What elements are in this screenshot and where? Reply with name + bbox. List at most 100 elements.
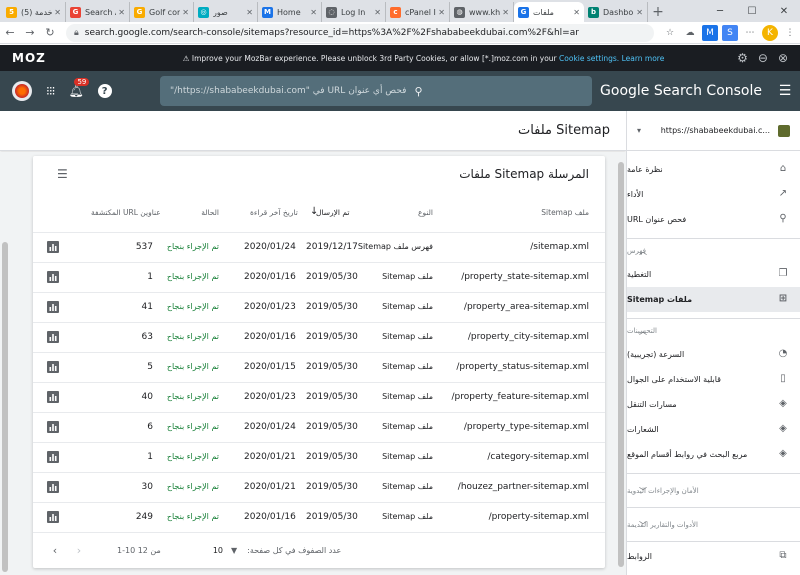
sidebar-section-security[interactable]: ﹀ الأمان والإجراءات اليدوية: [627, 473, 800, 507]
sidebar-item-links[interactable]: ⧉ الروابط: [627, 541, 800, 571]
apps-grid-icon[interactable]: ⁝⁝⁝: [46, 84, 56, 98]
sidebar-item-mobile-usability[interactable]: ▯ قابلية الاستخدام على الجوال: [627, 367, 800, 392]
browser-tab[interactable]: b Dashbo ✕: [584, 2, 648, 22]
hamburger-menu-icon[interactable]: ☰: [770, 83, 800, 99]
rows-per-page-select[interactable]: 10: [213, 546, 223, 555]
left-scrollbar[interactable]: [0, 152, 10, 575]
close-icon[interactable]: ✕: [246, 8, 253, 17]
bar-chart-icon[interactable]: [47, 271, 59, 283]
table-row[interactable]: /property_status-sitemap.xml ملف Sitemap…: [33, 352, 605, 382]
browser-tab[interactable]: ◌ Log In ✕: [322, 2, 386, 22]
close-icon[interactable]: ✕: [438, 8, 445, 17]
sidebar-item-coverage[interactable]: ❐ التغطية: [627, 262, 800, 287]
back-arrow-icon[interactable]: ←: [0, 23, 20, 43]
table-row[interactable]: /property-sitemap.xml ملف Sitemap 2019/0…: [33, 502, 605, 532]
sidebar-item-overview[interactable]: ⌂ نظرة عامة: [627, 157, 800, 182]
table-row[interactable]: /sitemap.xml فهرس ملف Sitemap 2019/12/17…: [33, 232, 605, 262]
column-last-read[interactable]: تاريخ آخر قراءة: [250, 208, 298, 217]
property-selector[interactable]: ▾ https://shababeekdubai.c...: [627, 111, 800, 151]
close-icon[interactable]: ✕: [54, 8, 61, 17]
bar-chart-icon[interactable]: [47, 241, 59, 253]
bar-chart-icon[interactable]: [47, 391, 59, 403]
close-icon[interactable]: ✕: [310, 8, 317, 17]
sidebar-item-speed[interactable]: ◔ السرعة (تجريبية): [627, 342, 800, 367]
column-status[interactable]: الحالة: [169, 208, 219, 217]
reload-icon[interactable]: ↻: [40, 23, 60, 43]
filter-icon[interactable]: ☰: [57, 167, 68, 181]
navigation-sidebar: ▾ https://shababeekdubai.c... ⌂ نظرة عامة…: [626, 111, 800, 575]
close-icon[interactable]: ✕: [374, 8, 381, 17]
bar-chart-icon[interactable]: [47, 481, 59, 493]
scrollbar-thumb[interactable]: [2, 242, 8, 572]
table-row[interactable]: /houzez_partner-sitemap.xml ملف Sitemap …: [33, 472, 605, 502]
extension-s-icon[interactable]: S: [722, 24, 738, 41]
browser-tab[interactable]: c cPanel I ✕: [386, 2, 450, 22]
cookie-settings-link[interactable]: Cookie settings.: [559, 54, 619, 63]
extension-m-icon[interactable]: M: [702, 24, 718, 41]
bar-chart-icon[interactable]: [47, 511, 59, 523]
sidebar-section-index[interactable]: ︿ فهرس: [627, 238, 800, 262]
chevron-down-icon[interactable]: ▼: [231, 546, 237, 555]
minimize-icon[interactable]: ─: [704, 0, 736, 22]
sidebar-section-enhancements[interactable]: ︿ التحسينات: [627, 318, 800, 342]
browser-tab[interactable]: ◍ www.kh ✕: [450, 2, 514, 22]
bar-chart-icon[interactable]: [47, 361, 59, 373]
close-icon[interactable]: ✕: [182, 8, 189, 17]
account-avatar[interactable]: [12, 81, 32, 101]
maximize-icon[interactable]: ☐: [736, 0, 768, 22]
sidebar-section-legacy[interactable]: ﹀ الأدوات والتقارير القديمة: [627, 507, 800, 541]
close-window-icon[interactable]: ✕: [768, 0, 800, 22]
column-sitemap[interactable]: ملف Sitemap: [541, 208, 589, 217]
bar-chart-icon[interactable]: [47, 301, 59, 313]
extension-cloud-icon[interactable]: ☁: [682, 25, 698, 41]
sidebar-item-performance[interactable]: ↗ الأداء: [627, 182, 800, 207]
sidebar-item-sitemaps[interactable]: ⊞ ملفات Sitemap: [627, 287, 800, 312]
browser-tab[interactable]: 5 (5) خدمة ✕: [2, 2, 66, 22]
table-row[interactable]: /property_feature-sitemap.xml ملف Sitema…: [33, 382, 605, 412]
browser-tab[interactable]: ◎ صور ✕: [194, 2, 258, 22]
scrollbar-thumb[interactable]: [618, 162, 624, 567]
column-submitted[interactable]: تم الإرسال: [316, 208, 349, 217]
new-tab-plus-icon[interactable]: +: [648, 2, 668, 22]
browser-tab[interactable]: M Home ✕: [258, 2, 322, 22]
close-icon[interactable]: ✕: [636, 8, 643, 17]
extension-dots-icon[interactable]: ⋯: [742, 25, 758, 41]
settings-gear-icon[interactable]: ⚙: [737, 51, 748, 65]
sidebar-item-logos[interactable]: ◈ الشعارات: [627, 417, 800, 442]
close-icon[interactable]: ✕: [573, 8, 580, 17]
column-discovered-urls[interactable]: عناوين URL المكتشفة: [91, 208, 161, 217]
table-row[interactable]: /property_city-sitemap.xml ملف Sitemap 2…: [33, 322, 605, 352]
close-icon[interactable]: ✕: [502, 8, 509, 17]
browser-tab[interactable]: G Search A✕: [66, 2, 130, 22]
chevron-left-icon[interactable]: ‹: [43, 544, 67, 557]
browser-menu-icon[interactable]: ⋮: [782, 25, 798, 41]
sort-arrow-down-icon[interactable]: ↓: [310, 206, 318, 217]
url-field[interactable]: 🔒︎ search.google.com/search-console/site…: [66, 23, 654, 42]
url-inspect-search-input[interactable]: ⚲ فحص أي عنوان URL في "https://shababeek…: [160, 76, 592, 106]
table-row[interactable]: /property_type-sitemap.xml ملف Sitemap 2…: [33, 412, 605, 442]
close-icon[interactable]: ⊗: [778, 51, 788, 65]
star-bookmark-icon[interactable]: ☆: [662, 25, 678, 41]
column-type[interactable]: النوع: [359, 208, 433, 217]
browser-tab[interactable]: G Golf com✕: [130, 2, 194, 22]
collapse-icon[interactable]: ⊖: [758, 51, 768, 65]
table-row[interactable]: /property_area-sitemap.xml ملف Sitemap 2…: [33, 292, 605, 322]
notifications-bell-icon[interactable]: 🔔︎ 59: [68, 78, 90, 98]
bar-chart-icon[interactable]: [47, 331, 59, 343]
chevron-right-icon[interactable]: ›: [67, 544, 91, 557]
bar-chart-icon[interactable]: [47, 451, 59, 463]
close-icon[interactable]: ✕: [118, 8, 125, 17]
right-scrollbar[interactable]: [616, 152, 626, 575]
sidebar-item-sitelinks-searchbox[interactable]: ◈ مربع البحث في روابط أقسام الموقع: [627, 442, 800, 467]
table-row[interactable]: /property_state-sitemap.xml ملف Sitemap …: [33, 262, 605, 292]
learn-more-link[interactable]: Learn more: [622, 54, 665, 63]
sidebar-item-url-inspection[interactable]: ⚲ فحص عنوان URL: [627, 207, 800, 232]
bar-chart-icon[interactable]: [47, 421, 59, 433]
profile-avatar-icon[interactable]: K: [762, 24, 778, 41]
forward-arrow-icon[interactable]: →: [20, 23, 40, 43]
help-icon[interactable]: ?: [97, 84, 112, 98]
browser-tab-active[interactable]: G ملفات ✕: [514, 2, 584, 22]
status-badge: تم الإجراء بنجاح: [166, 482, 219, 491]
table-row[interactable]: /category-sitemap.xml ملف Sitemap 2019/0…: [33, 442, 605, 472]
sidebar-item-breadcrumbs[interactable]: ◈ مسارات التنقل: [627, 392, 800, 417]
